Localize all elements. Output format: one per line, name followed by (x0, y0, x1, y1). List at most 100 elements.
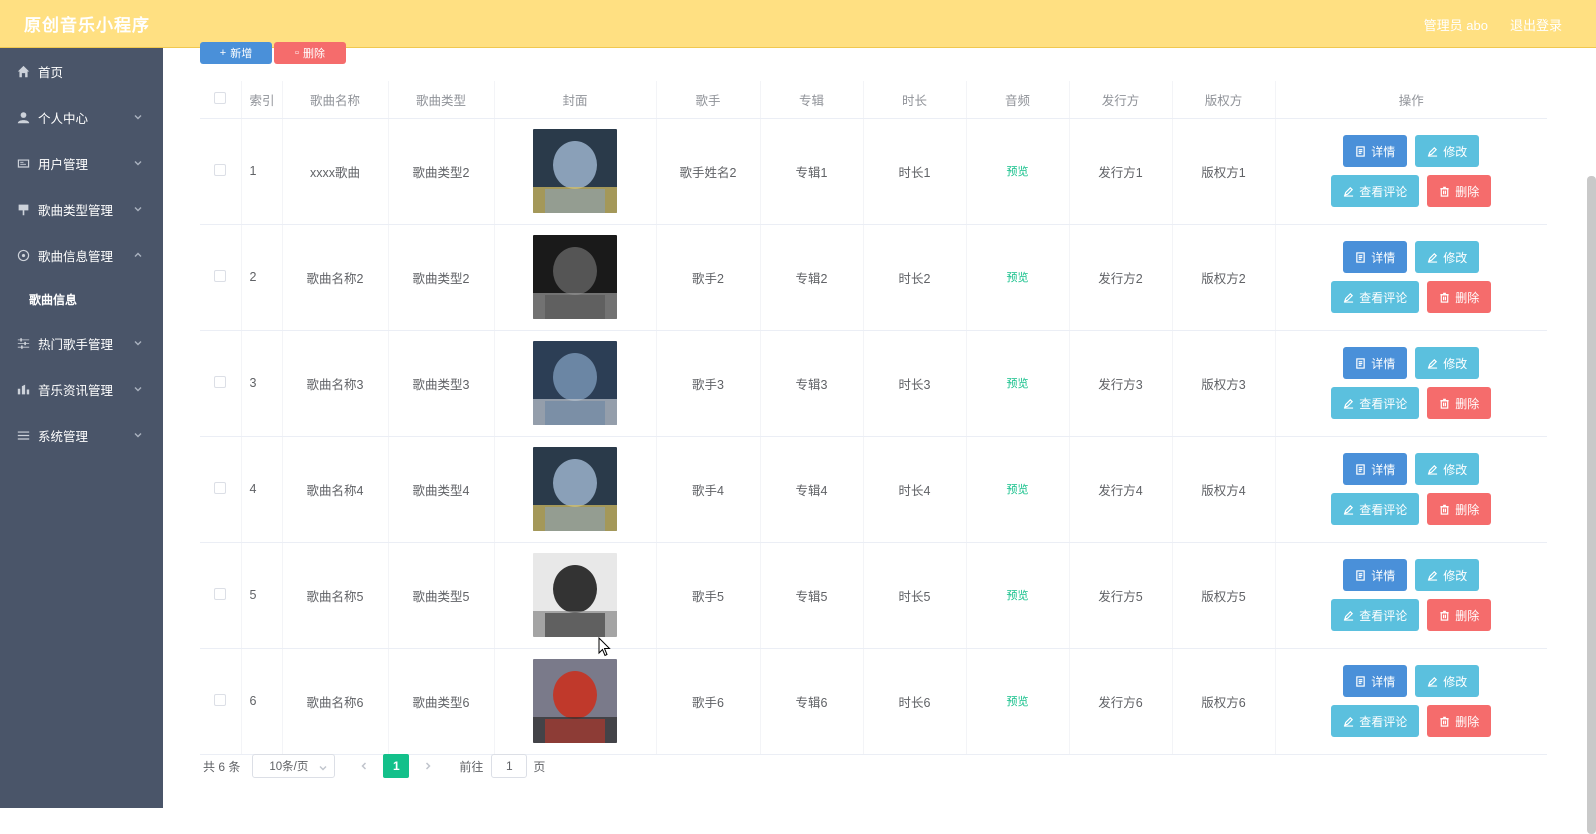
sidebar: 首页 个人中心 用户管理 歌曲类型管理 歌曲信息管理 歌曲信息 热门歌手管理 音… (0, 48, 163, 808)
plus-icon: + (219, 47, 227, 59)
row-checkbox[interactable] (214, 481, 227, 494)
cover-image[interactable] (533, 447, 617, 531)
add-button[interactable]: + 新增 (200, 42, 272, 64)
cover-image[interactable] (533, 553, 617, 637)
page-number-current[interactable]: 1 (383, 754, 410, 778)
edit-button[interactable]: 修改 (1415, 347, 1480, 379)
audio-preview-link[interactable]: 预览 (1007, 166, 1029, 178)
edit-button[interactable]: 修改 (1415, 559, 1480, 591)
select-all-checkbox[interactable] (214, 91, 227, 104)
detail-button[interactable]: 详情 (1343, 453, 1408, 485)
cell-album: 专辑3 (760, 330, 864, 437)
current-user[interactable]: 管理员 abo (1424, 15, 1488, 34)
sidebar-item-label: 系统管理 (38, 429, 89, 444)
row-checkbox-cell (200, 648, 242, 755)
table-row: 5 歌曲名称5 歌曲类型5 歌手5 专辑5 时长5 预览 发行方5 版权方5 详情 修改 查看评论 删除 (200, 542, 1547, 649)
delete-button[interactable]: 删除 (1427, 493, 1492, 525)
edit-button[interactable]: 修改 (1415, 665, 1480, 697)
logout-link[interactable]: 退出登录 (1510, 15, 1562, 34)
view-comments-button[interactable]: 查看评论 (1331, 599, 1420, 631)
row-checkbox[interactable] (214, 375, 227, 388)
sidebar-item-song-info[interactable]: 歌曲信息管理 (0, 232, 163, 278)
cell-audio: 预览 (966, 224, 1070, 331)
row-checkbox[interactable] (214, 269, 227, 282)
batch-delete-button[interactable]: ▫ 删除 (274, 42, 346, 64)
detail-button[interactable]: 详情 (1343, 559, 1408, 591)
cover-image[interactable] (533, 341, 617, 425)
delete-button[interactable]: 删除 (1427, 387, 1492, 419)
cell-singer: 歌手4 (656, 436, 761, 543)
trash-icon (1440, 186, 1449, 197)
trash-icon (1440, 610, 1449, 621)
edit-button-label: 修改 (1443, 356, 1468, 371)
sidebar-item-label: 个人中心 (38, 111, 89, 126)
edit-button-label: 修改 (1443, 250, 1468, 265)
delete-button[interactable]: 删除 (1427, 281, 1492, 313)
cell-audio: 预览 (966, 648, 1070, 755)
cell-singer: 歌手姓名2 (656, 118, 761, 225)
delete-button-label: 删除 (1455, 184, 1480, 199)
sidebar-item-users[interactable]: 用户管理 (0, 140, 163, 186)
detail-button[interactable]: 详情 (1343, 347, 1408, 379)
view-comments-button[interactable]: 查看评论 (1331, 175, 1420, 207)
page-size-select[interactable]: 10条/页 (252, 754, 336, 778)
view-comments-button[interactable]: 查看评论 (1331, 493, 1420, 525)
cover-image[interactable] (533, 659, 617, 743)
view-comments-button[interactable]: 查看评论 (1331, 387, 1420, 419)
view-comments-label: 查看评论 (1359, 396, 1408, 411)
edit-button[interactable]: 修改 (1415, 135, 1480, 167)
audio-preview-link[interactable]: 预览 (1007, 378, 1029, 390)
cover-image[interactable] (533, 129, 617, 213)
sidebar-item-label: 歌曲类型管理 (38, 203, 114, 218)
view-comments-button[interactable]: 查看评论 (1331, 705, 1420, 737)
column-header: 时长 (863, 81, 967, 119)
sidebar-item-profile[interactable]: 个人中心 (0, 94, 163, 140)
sidebar-item-hot-singers[interactable]: 热门歌手管理 (0, 320, 163, 366)
audio-preview-link[interactable]: 预览 (1007, 590, 1029, 602)
add-button-label: 新增 (230, 48, 253, 60)
cell-singer: 歌手2 (656, 224, 761, 331)
delete-button[interactable]: 删除 (1427, 599, 1492, 631)
sidebar-item-home[interactable]: 首页 (0, 48, 163, 94)
delete-button-label: 删除 (1455, 714, 1480, 729)
cover-image[interactable] (533, 235, 617, 319)
detail-button-label: 详情 (1371, 250, 1396, 265)
cell-name: xxxx歌曲 (282, 118, 389, 225)
row-checkbox[interactable] (214, 163, 227, 176)
delete-button[interactable]: 删除 (1427, 705, 1492, 737)
row-checkbox-cell (200, 542, 242, 649)
edit-button[interactable]: 修改 (1415, 241, 1480, 273)
cell-cover (494, 330, 657, 437)
edit-button[interactable]: 修改 (1415, 453, 1480, 485)
chevron-down-icon (133, 383, 143, 393)
audio-preview-link[interactable]: 预览 (1007, 696, 1029, 708)
vertical-scrollbar[interactable] (1587, 176, 1596, 834)
prev-page-button[interactable] (349, 754, 379, 778)
cell-name: 歌曲名称5 (282, 542, 389, 649)
cell-copyright: 版权方3 (1172, 330, 1276, 437)
detail-button[interactable]: 详情 (1343, 665, 1408, 697)
view-comments-label: 查看评论 (1359, 502, 1408, 517)
cell-copyright: 版权方6 (1172, 648, 1276, 755)
sidebar-item-label: 热门歌手管理 (38, 337, 114, 352)
news-icon (16, 382, 30, 396)
cell-publisher: 发行方1 (1069, 118, 1173, 225)
detail-button[interactable]: 详情 (1343, 241, 1408, 273)
cell-index: 4 (241, 436, 283, 543)
table-row: 4 歌曲名称4 歌曲类型4 歌手4 专辑4 时长4 预览 发行方4 版权方4 详情 修改 查看评论 删除 (200, 436, 1547, 543)
sidebar-item-system[interactable]: 系统管理 (0, 412, 163, 458)
audio-preview-link[interactable]: 预览 (1007, 484, 1029, 496)
row-checkbox[interactable] (214, 693, 227, 706)
row-checkbox[interactable] (214, 587, 227, 600)
sidebar-item-label: 音乐资讯管理 (38, 383, 114, 398)
detail-button-label: 详情 (1371, 462, 1396, 477)
sidebar-item-song-types[interactable]: 歌曲类型管理 (0, 186, 163, 232)
sidebar-subitem-song-info[interactable]: 歌曲信息 (0, 278, 163, 320)
detail-button[interactable]: 详情 (1343, 135, 1408, 167)
sidebar-item-music-news[interactable]: 音乐资讯管理 (0, 366, 163, 412)
next-page-button[interactable] (413, 754, 443, 778)
delete-button[interactable]: 删除 (1427, 175, 1492, 207)
goto-page-input[interactable] (491, 754, 528, 778)
view-comments-button[interactable]: 查看评论 (1331, 281, 1420, 313)
audio-preview-link[interactable]: 预览 (1007, 272, 1029, 284)
